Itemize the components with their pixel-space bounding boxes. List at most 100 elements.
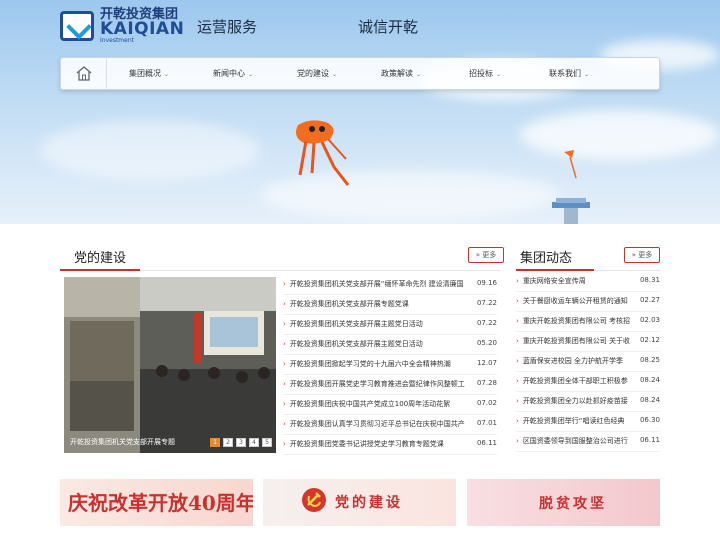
news-list-item[interactable]: › 开乾投资集团掀起学习党的十九届六中全会精神热潮 12.07 [283, 359, 497, 369]
small-kite-image [564, 150, 577, 179]
news-list-item[interactable]: › 重庆网络安全宣传周 08.31 [516, 276, 660, 286]
more-label: 更多 [638, 251, 653, 259]
news-title[interactable]: › 开乾投资集团全力以赴抓好疫苗接 [516, 396, 628, 406]
slide-dot[interactable]: 4 [249, 438, 259, 447]
row-divider [516, 311, 660, 312]
nav-item-policy[interactable]: 政策解读 ⌄ [359, 68, 443, 79]
nav-label: 招投标 [468, 69, 493, 78]
news-date: 07.01 [476, 419, 497, 427]
news-list-item[interactable]: › 重庆开乾投资集团有限公司 考核招 02.03 [516, 316, 660, 326]
news-title[interactable]: › 重庆开乾投资集团有限公司 考核招 [516, 316, 630, 326]
news-title[interactable]: › 开乾投资集团庆祝中国共产党成立100周年活动花絮 [283, 399, 450, 409]
news-title-text: 重庆开乾投资集团有限公司 关于收 [522, 337, 631, 345]
row-divider [516, 371, 660, 372]
news-date: 09.16 [476, 279, 497, 287]
news-title[interactable]: › 开乾投资集团机关党支部开展“缅怀革命先烈 建设清廉国 [283, 279, 464, 289]
cloud [40, 120, 260, 180]
reform-40-banner[interactable]: 庆祝改革开放40周年 [60, 479, 253, 526]
slide-dot[interactable]: 3 [236, 438, 246, 447]
chevron-down-icon: ⌄ [495, 71, 502, 78]
news-list-item[interactable]: › 开乾投资集团举行“唱读红色经典 06.30 [516, 416, 660, 426]
news-date: 12.07 [476, 359, 497, 367]
news-date: 08.25 [639, 356, 660, 364]
nav-label: 集团概况 [128, 69, 161, 78]
news-title[interactable]: › 开乾投资集团认真学习贯彻习近平总书记在庆祝中国共产 [283, 419, 465, 429]
news-list-item[interactable]: › 开乾投资集团认真学习贯彻习近平总书记在庆祝中国共产 07.01 [283, 419, 497, 429]
bullet-icon: › [283, 300, 286, 308]
news-list-item[interactable]: › 开乾投资集团机关党支部开展专题党课 07.22 [283, 299, 497, 309]
row-divider [283, 414, 497, 415]
news-title[interactable]: › 开乾投资集团掀起学习党的十九届六中全会精神热潮 [283, 359, 451, 369]
news-list-item[interactable]: › 开乾投资集团全体干部职工积极参 08.24 [516, 376, 660, 386]
row-divider [283, 454, 497, 455]
nav-item-bidding[interactable]: 招投标 ⌄ [443, 68, 527, 79]
party-photo-slider[interactable]: 开乾投资集团机关党支部开展专题 1 2 3 4 5 [64, 277, 276, 453]
news-title[interactable]: › 区国资委领导到国服整治公司进行 [516, 436, 628, 446]
news-title-text: 重庆网络安全宣传周 [522, 277, 586, 285]
news-title[interactable]: › 开乾投资集团机关党支部开展主题党日活动 [283, 319, 423, 329]
bullet-icon: › [283, 440, 286, 448]
nav-item-contact[interactable]: 联系我们 ⌄ [527, 68, 611, 79]
news-title-text: 开乾投资集团机关党支部开展主题党日活动 [289, 320, 423, 328]
nav-home-button[interactable] [61, 57, 107, 90]
news-title[interactable]: › 重庆开乾投资集团有限公司 关于收 [516, 336, 630, 346]
news-list-item[interactable]: › 区国资委领导到国服整治公司进行 06.11 [516, 436, 660, 446]
news-title-text: 开乾投资集团机关党支部开展专题党课 [289, 300, 409, 308]
bullet-icon: › [516, 397, 519, 405]
news-title[interactable]: › 关于餐厨收运车辆公开租赁的通知 [516, 296, 628, 306]
section-accent-line [516, 269, 594, 271]
photo-caption: 开乾投资集团机关党支部开展专题 [70, 438, 175, 446]
news-list-item[interactable]: › 开乾投资集团党委书记讲授党史学习教育专题党课 06.11 [283, 439, 497, 449]
row-divider [283, 294, 497, 295]
row-divider [283, 434, 497, 435]
row-divider [516, 291, 660, 292]
nav-item-group-overview[interactable]: 集团概况 ⌄ [107, 68, 191, 79]
slide-dot[interactable]: 1 [210, 438, 220, 447]
news-title[interactable]: › 蓝盾保安进校园 全力护航开学季 [516, 356, 623, 366]
slogan-left: 运营服务 [197, 18, 258, 36]
poverty-alleviation-banner[interactable]: 脱贫攻坚 [467, 479, 660, 526]
news-title[interactable]: › 开乾投资集团全体干部职工积极参 [516, 376, 628, 386]
news-list-item[interactable]: › 开乾投资集团庆祝中国共产党成立100周年活动花絮 07.02 [283, 399, 497, 409]
company-logo[interactable]: 开乾投资集团 KAIQIAN Investment [60, 8, 184, 44]
news-date: 02.03 [639, 316, 660, 324]
news-title-text: 开乾投资集团机关党支部开展“缅怀革命先烈 建设清廉国 [289, 280, 464, 288]
row-divider [516, 451, 660, 452]
news-title-text: 开乾投资集团认真学习贯彻习近平总书记在庆祝中国共产 [289, 420, 465, 428]
news-title[interactable]: › 开乾投资集团党委书记讲授党史学习教育专题党课 [283, 439, 444, 449]
news-list-item[interactable]: › 开乾投资集团机关党支部开展主题党日活动 07.22 [283, 319, 497, 329]
nav-label: 政策解读 [380, 69, 413, 78]
news-title[interactable]: › 重庆网络安全宣传周 [516, 276, 586, 286]
news-title[interactable]: › 开乾投资集团机关党支部开展专题党课 [283, 299, 409, 309]
banner-text: 脱贫攻坚 [539, 496, 607, 512]
news-list-item[interactable]: › 开乾投资集团机关党支部开展主题党日活动 05.20 [283, 339, 497, 349]
slide-dot[interactable]: 5 [262, 438, 272, 447]
news-title[interactable]: › 开乾投资集团开展党史学习教育推进会暨纪律作风整顿工 [283, 379, 465, 389]
news-list-item[interactable]: › 蓝盾保安进校园 全力护航开学季 08.25 [516, 356, 660, 366]
party-building-banner[interactable]: 党的建设 [263, 479, 456, 526]
news-title[interactable]: › 开乾投资集团机关党支部开展主题党日活动 [283, 339, 423, 349]
row-divider [516, 331, 660, 332]
chevron-down-icon: ⌄ [163, 71, 170, 78]
octopus-kite-image [296, 120, 350, 186]
bullet-icon: › [516, 417, 519, 425]
party-more-button[interactable]: » 更多 [468, 247, 504, 263]
bullet-icon: › [283, 320, 286, 328]
news-list-item[interactable]: › 重庆开乾投资集团有限公司 关于收 02.12 [516, 336, 660, 346]
row-divider [516, 411, 660, 412]
bullet-icon: › [283, 280, 286, 288]
news-list-item[interactable]: › 开乾投资集团全力以赴抓好疫苗接 08.24 [516, 396, 660, 406]
nav-item-news[interactable]: 新闻中心 ⌄ [191, 68, 275, 79]
news-list-item[interactable]: › 开乾投资集团机关党支部开展“缅怀革命先烈 建设清廉国 09.16 [283, 279, 497, 289]
news-date: 07.28 [476, 379, 497, 387]
dynamics-more-button[interactable]: » 更多 [624, 247, 660, 263]
nav-item-party[interactable]: 党的建设 ⌄ [275, 68, 359, 79]
more-label: 更多 [482, 251, 497, 259]
news-date: 07.22 [476, 299, 497, 307]
news-title[interactable]: › 开乾投资集团举行“唱读红色经典 [516, 416, 624, 426]
slide-dot[interactable]: 2 [223, 438, 233, 447]
news-list-item[interactable]: › 关于餐厨收运车辆公开租赁的通知 02.27 [516, 296, 660, 306]
bullet-icon: › [283, 340, 286, 348]
bullet-icon: › [516, 437, 519, 445]
news-list-item[interactable]: › 开乾投资集团开展党史学习教育推进会暨纪律作风整顿工 07.28 [283, 379, 497, 389]
